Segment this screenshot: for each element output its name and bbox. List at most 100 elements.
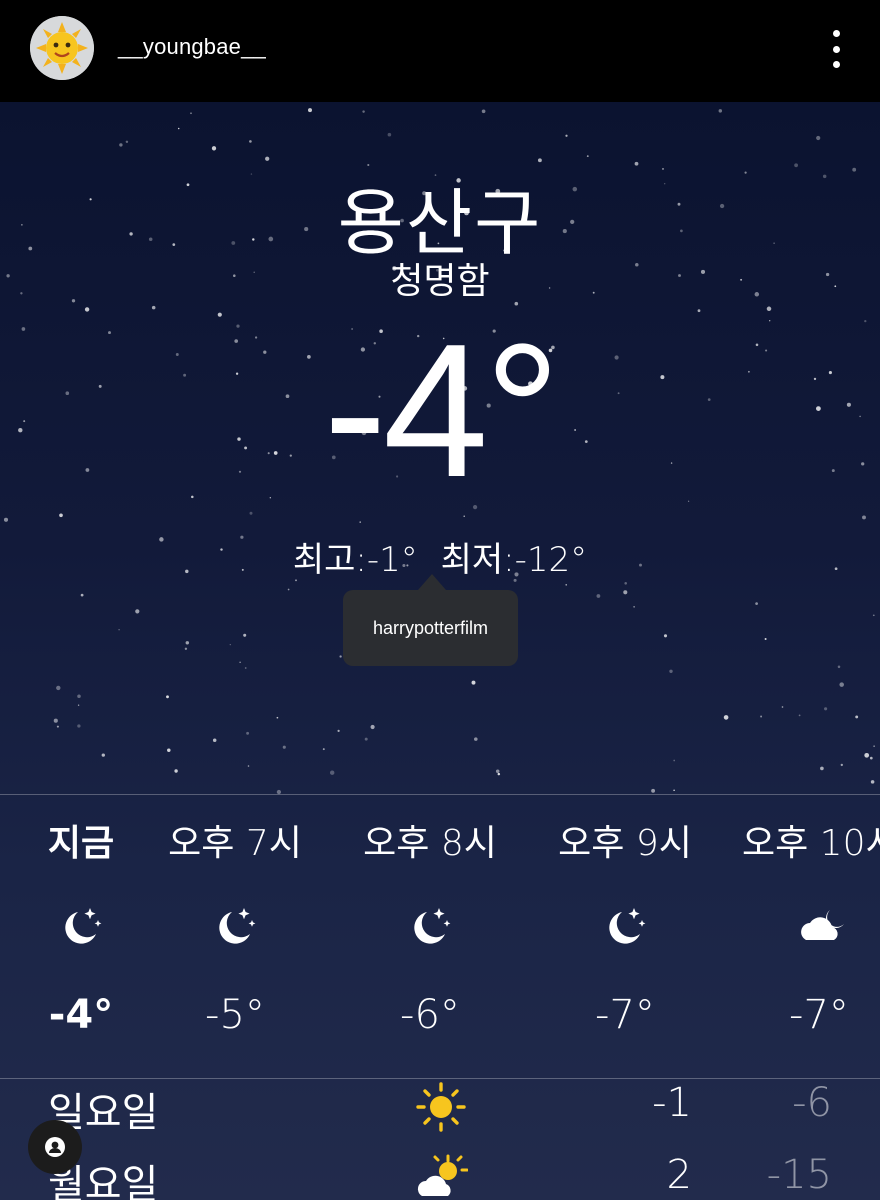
star <box>329 770 335 775</box>
star <box>864 752 870 758</box>
star <box>135 609 140 614</box>
star <box>873 745 875 747</box>
post-image[interactable]: 용산구 청명함 -4° 최고:-1° 최저:-12° harrypotterfi… <box>0 102 880 1200</box>
star <box>125 140 129 144</box>
star <box>3 517 9 522</box>
star <box>339 655 342 658</box>
day-row: 일요일 -1 -6 <box>0 1080 880 1140</box>
star <box>247 765 250 767</box>
star <box>362 110 365 113</box>
hour-time: 오후 9시 <box>558 823 692 864</box>
moon-stars-icon <box>405 902 455 952</box>
divider <box>0 1078 880 1079</box>
star <box>669 669 673 673</box>
star <box>151 305 156 310</box>
star <box>837 665 841 669</box>
star <box>870 780 875 784</box>
moon-stars-icon <box>210 902 260 952</box>
star <box>59 513 63 518</box>
low-temp: 최저:-12° <box>440 540 588 580</box>
hour-temp: -7° <box>595 992 655 1038</box>
star <box>673 789 675 791</box>
star <box>174 769 178 773</box>
star <box>495 769 500 773</box>
star <box>243 633 247 637</box>
star <box>246 731 250 735</box>
weather-condition: 청명함 <box>390 261 490 302</box>
tagged-people-button[interactable] <box>28 1120 82 1174</box>
star <box>471 680 476 685</box>
star <box>663 634 668 638</box>
hour-time: 오후 8시 <box>363 823 497 864</box>
moon-stars-icon <box>600 902 650 952</box>
day-high: 2 <box>666 1152 692 1198</box>
star <box>820 766 824 771</box>
star <box>565 134 568 137</box>
more-dot <box>832 45 840 53</box>
star <box>56 725 59 728</box>
star <box>840 763 843 767</box>
more-options-button[interactable] <box>828 30 844 68</box>
star <box>839 682 844 687</box>
day-high: -1 <box>652 1080 692 1126</box>
star <box>167 748 171 753</box>
star <box>282 745 286 749</box>
moon-stars-icon <box>56 902 106 952</box>
star <box>624 582 627 585</box>
star <box>212 738 217 742</box>
star <box>723 715 729 720</box>
star <box>265 156 270 161</box>
star <box>481 109 486 114</box>
star <box>185 641 190 645</box>
star <box>166 695 169 699</box>
star <box>565 584 567 586</box>
post-header: __youngbae__ <box>0 0 880 102</box>
star <box>322 748 325 751</box>
star <box>53 718 58 723</box>
star <box>497 772 501 776</box>
star <box>244 667 247 669</box>
hourly-forecast: 지금 -4° 오후 7시 -5° 오후 8시 -6° 오후 9시 -7° 오후 … <box>0 796 880 1078</box>
sun-icon <box>414 1080 468 1134</box>
divider <box>0 794 880 795</box>
star <box>370 724 375 730</box>
day-low: -6 <box>792 1080 832 1126</box>
star <box>84 307 90 312</box>
star <box>184 647 188 650</box>
star <box>229 643 231 646</box>
person-icon <box>45 1137 65 1157</box>
star <box>862 515 866 520</box>
star <box>824 707 828 711</box>
star <box>190 112 192 115</box>
star <box>101 753 105 757</box>
sun-cloud-icon <box>414 1152 469 1200</box>
star <box>77 724 81 728</box>
hour-time: 오후 7시 <box>168 823 302 864</box>
star <box>781 706 784 708</box>
star <box>633 606 635 608</box>
star <box>755 602 758 605</box>
user-tag[interactable]: harrypotterfilm <box>343 590 518 666</box>
star <box>764 637 767 641</box>
star <box>364 737 368 741</box>
star <box>760 715 763 718</box>
star <box>211 146 217 151</box>
star <box>308 108 312 113</box>
star <box>119 143 123 147</box>
star <box>718 109 723 113</box>
star <box>276 716 279 719</box>
username[interactable]: __youngbae__ <box>118 34 266 60</box>
star <box>816 135 821 141</box>
star <box>177 127 180 130</box>
star <box>872 614 875 617</box>
more-dot <box>832 30 840 37</box>
day-low: -15 <box>766 1152 832 1198</box>
current-temperature: -4° <box>323 305 561 517</box>
hour-time: 오후 10시 <box>742 823 880 864</box>
avatar[interactable] <box>30 16 94 80</box>
star <box>249 140 252 143</box>
star <box>359 521 361 523</box>
day-row: 월요일 2 -15 <box>0 1152 880 1200</box>
star <box>623 590 628 595</box>
star <box>697 309 701 313</box>
